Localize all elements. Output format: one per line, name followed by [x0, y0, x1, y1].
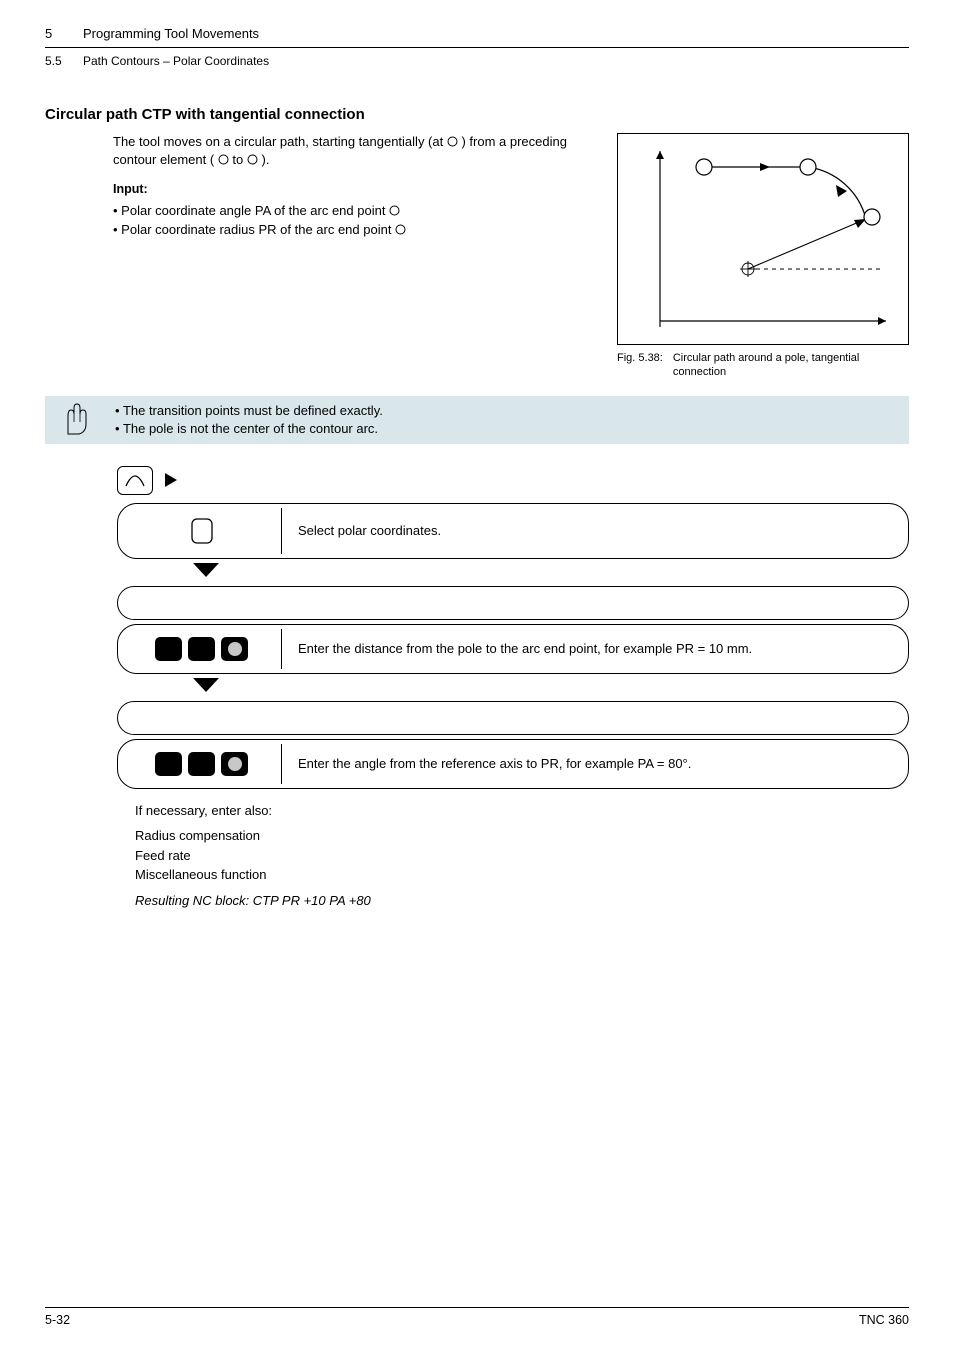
- intro-text-3: to: [232, 152, 246, 167]
- step-3-keys: [122, 744, 282, 784]
- step-1-key: [122, 508, 282, 554]
- page-footer: 5-32 TNC 360: [45, 1313, 909, 1327]
- chapter-number: 5: [45, 26, 65, 41]
- step-2: Enter the distance from the pole to the …: [117, 624, 909, 674]
- step-3: Enter the angle from the reference axis …: [117, 739, 909, 789]
- tangent-key-icon: [117, 466, 153, 495]
- intro-text-1: The tool moves on a circular path, start…: [113, 134, 447, 149]
- procedure-flow: Select polar coordinates. Enter the dist…: [117, 466, 909, 789]
- step-3-text: Enter the angle from the reference axis …: [282, 744, 904, 784]
- numeric-key-icon: [188, 637, 215, 661]
- flow-start-row: [117, 466, 909, 495]
- step-1-text: Select polar coordinates.: [282, 508, 904, 554]
- footer-model: TNC 360: [859, 1313, 909, 1327]
- numeric-key-icon: [155, 637, 182, 661]
- circle-marker-icon: [218, 154, 229, 165]
- input-list: Polar coordinate angle PA of the arc end…: [113, 202, 603, 240]
- input-item: Polar coordinate angle PA of the arc end…: [113, 202, 603, 221]
- section-header: 5.5 Path Contours – Polar Coordinates: [45, 54, 909, 72]
- arrow-down-icon: [193, 563, 909, 580]
- figure-number: Fig. 5.38:: [617, 351, 663, 380]
- resulting-block: Resulting NC block: CTP PR +10 PA +80: [135, 891, 909, 911]
- figure-diagram: [628, 141, 898, 337]
- input-label: Input:: [113, 182, 603, 196]
- arrow-right-icon: [163, 471, 179, 489]
- after-line3: Feed rate: [135, 846, 909, 866]
- polar-key-icon: [187, 516, 217, 546]
- figure-box: [617, 133, 909, 345]
- numeric-key-icon: [188, 752, 215, 776]
- arrow-down-icon: [193, 678, 909, 695]
- header-rule: [45, 47, 909, 48]
- after-line1: If necessary, enter also:: [135, 801, 909, 821]
- step-2-text: Enter the distance from the pole to the …: [282, 629, 904, 669]
- chapter-header: 5 Programming Tool Movements: [45, 26, 909, 45]
- footer-page-number: 5-32: [45, 1313, 70, 1327]
- after-line4: Miscellaneous function: [135, 865, 909, 885]
- step-2-keys: [122, 629, 282, 669]
- input-item-text: Polar coordinate angle PA of the arc end…: [121, 203, 389, 218]
- step-spacer: [117, 586, 909, 620]
- circle-marker-icon: [447, 136, 458, 147]
- intro-text: The tool moves on a circular path, start…: [113, 133, 603, 168]
- section-number: 5.5: [45, 54, 69, 68]
- step-1: Select polar coordinates.: [117, 503, 909, 559]
- circle-marker-icon: [395, 224, 406, 235]
- chapter-title: Programming Tool Movements: [83, 26, 259, 41]
- section-subtitle: Path Contours – Polar Coordinates: [83, 54, 269, 68]
- intro-text-4: ).: [262, 152, 270, 167]
- numeric-key-icon: [155, 752, 182, 776]
- after-text: If necessary, enter also: Radius compens…: [135, 801, 909, 911]
- after-line2: Radius compensation: [135, 826, 909, 846]
- figure-caption: Fig. 5.38: Circular path around a pole, …: [617, 351, 909, 380]
- note-bar: The transition points must be defined ex…: [45, 396, 909, 444]
- enter-key-icon: [221, 752, 248, 776]
- note-list: The transition points must be defined ex…: [115, 402, 383, 438]
- note-item: The transition points must be defined ex…: [115, 402, 383, 420]
- input-item: Polar coordinate radius PR of the arc en…: [113, 221, 603, 240]
- enter-key-icon: [221, 637, 248, 661]
- figure-caption-text: Circular path around a pole, tangential …: [673, 351, 909, 380]
- circle-marker-icon: [389, 205, 400, 216]
- hand-icon: [55, 402, 97, 436]
- step-spacer: [117, 701, 909, 735]
- section-heading: Circular path CTP with tangential connec…: [45, 106, 909, 123]
- circle-marker-icon: [247, 154, 258, 165]
- note-item: The pole is not the center of the contou…: [115, 420, 383, 438]
- input-item-text: Polar coordinate radius PR of the arc en…: [121, 222, 395, 237]
